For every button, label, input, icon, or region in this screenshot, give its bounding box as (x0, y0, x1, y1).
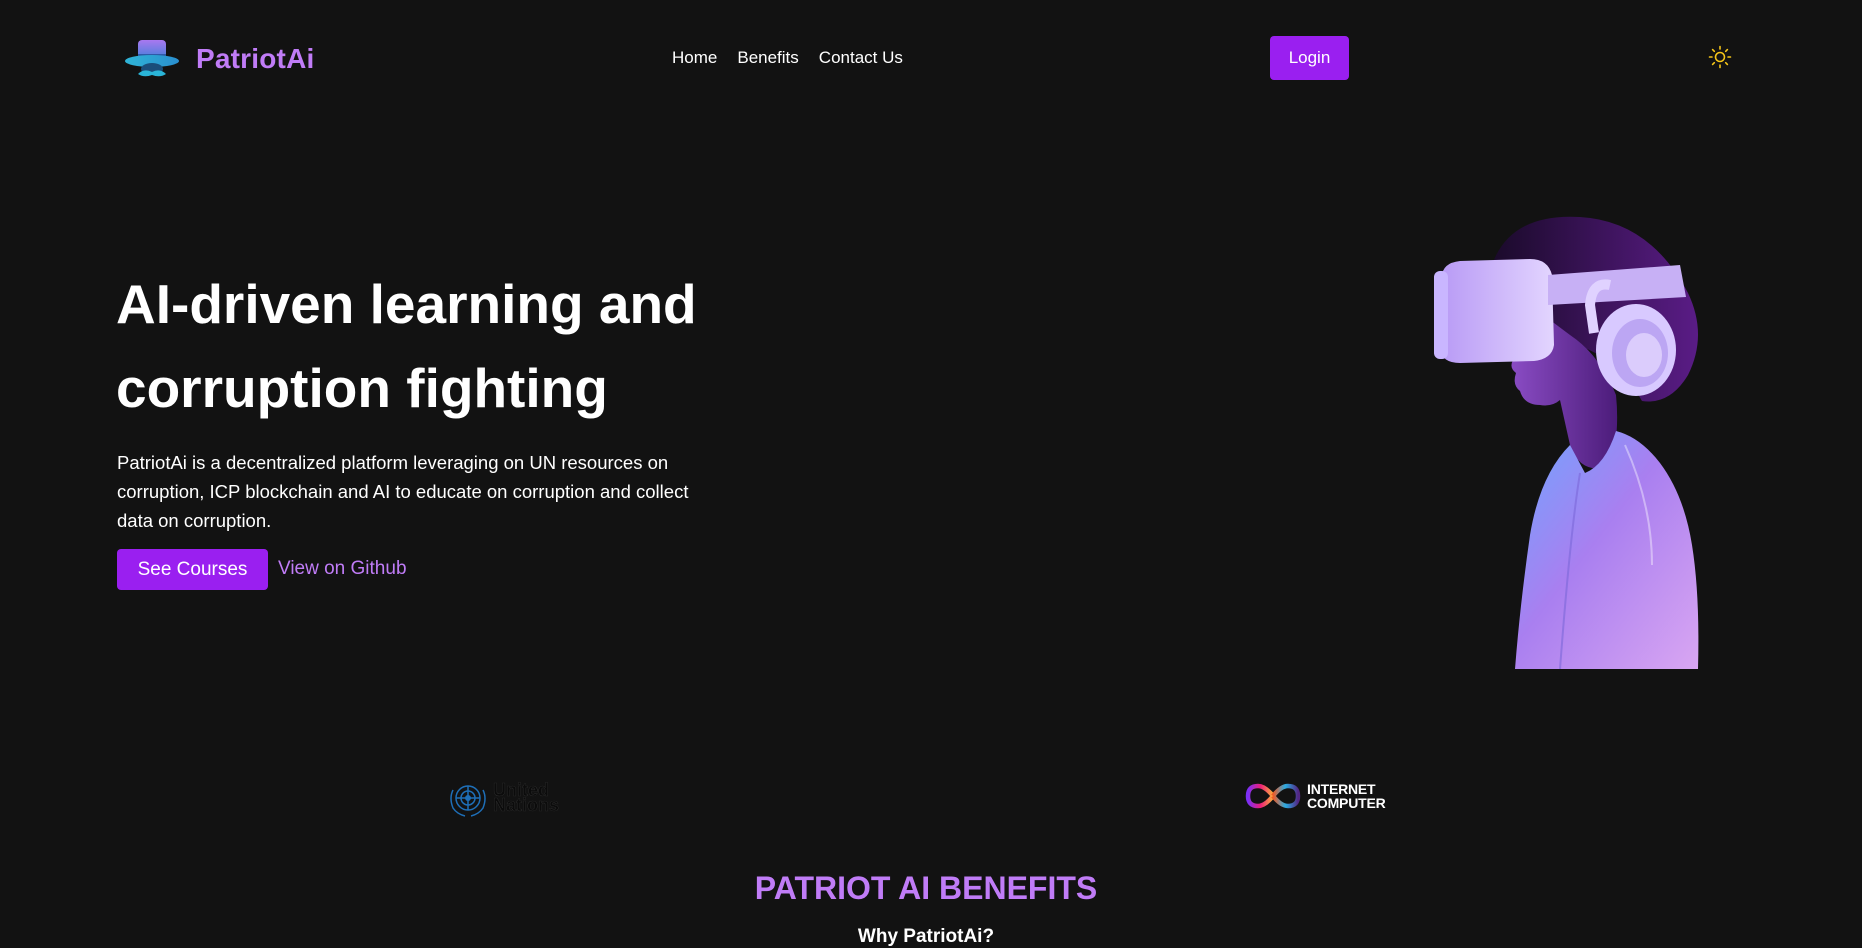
sun-icon[interactable] (1708, 45, 1732, 69)
un-wordmark: United Nations (493, 781, 560, 815)
see-courses-button[interactable]: See Courses (117, 549, 268, 590)
icp-wordmark: INTERNET COMPUTER (1307, 782, 1386, 810)
hat-mustache-logo-icon (125, 40, 179, 77)
united-nations-logo: United Nations (447, 778, 559, 818)
infinity-icon (1245, 783, 1301, 809)
site-header: PatriotAi Home Benefits Contact Us Login (0, 0, 1862, 115)
hero-title-line-2: corruption fighting (116, 357, 608, 419)
benefits-title: PATRIOT AI BENEFITS (754, 870, 1098, 906)
nav-benefits-link[interactable]: Benefits (737, 48, 798, 68)
vr-headset-woman-image (1434, 216, 1699, 669)
un-line-2: Nations (493, 795, 560, 815)
brand-name: PatriotAi (196, 43, 315, 74)
nav-contact-link[interactable]: Contact Us (819, 48, 903, 68)
icp-line-1: INTERNET (1307, 781, 1376, 797)
hero-title: AI-driven learning and corruption fighti… (116, 262, 756, 430)
icp-line-2: COMPUTER (1307, 795, 1386, 811)
internet-computer-logo: INTERNET COMPUTER (1245, 782, 1386, 810)
brand-home-link[interactable]: PatriotAi (124, 34, 314, 84)
nav-home-link[interactable]: Home (672, 48, 717, 68)
main-nav: Home Benefits Contact Us (672, 48, 903, 68)
un-emblem-icon (450, 785, 486, 817)
hero-description: PatriotAi is a decentralized platform le… (117, 452, 689, 531)
login-button[interactable]: Login (1270, 36, 1349, 80)
hero-title-line-1: AI-driven learning and (116, 273, 697, 335)
github-link[interactable]: View on Github (278, 558, 407, 580)
benefits-subtitle: Why PatriotAi? (857, 926, 995, 947)
